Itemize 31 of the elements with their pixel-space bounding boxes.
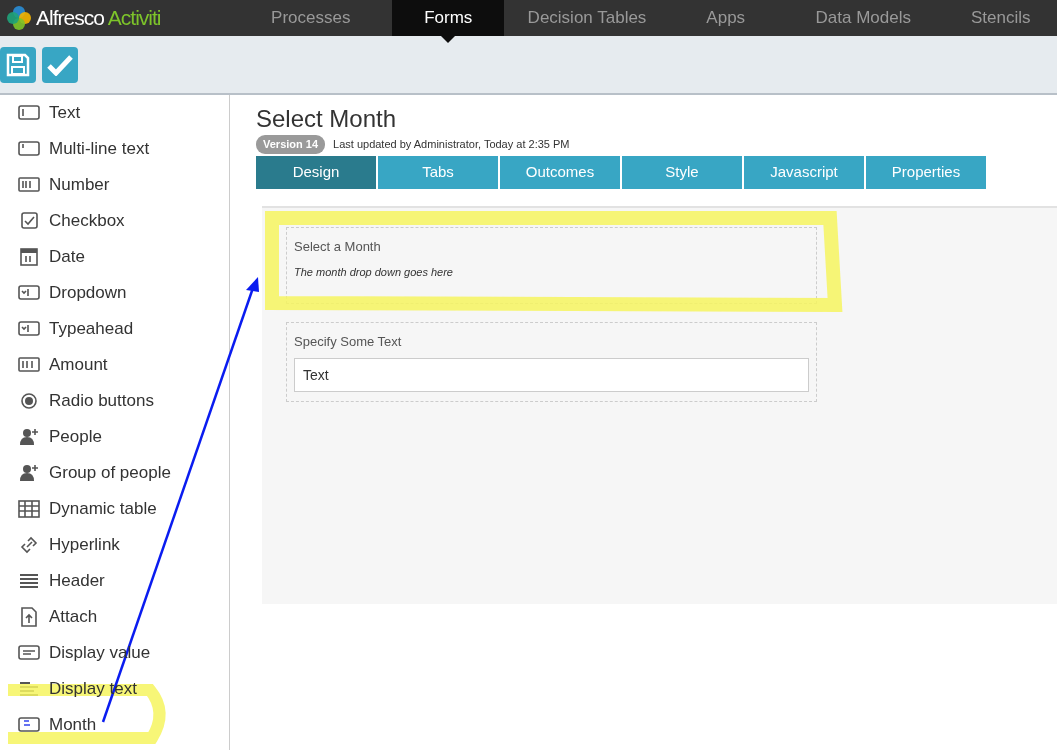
nav-tab[interactable]: Decision Tables — [529, 0, 645, 36]
palette-item[interactable]: Group of people — [0, 455, 229, 491]
palette-item[interactable]: Text — [0, 95, 229, 131]
brand-name: Alfresco — [36, 5, 104, 32]
palette-item[interactable]: Multi-line text — [0, 131, 229, 167]
nav-tab[interactable]: Processes — [254, 0, 367, 36]
product-name: Activiti — [107, 5, 161, 32]
palette-item[interactable]: Hyperlink — [0, 527, 229, 563]
form-title: Select Month — [256, 105, 398, 133]
nav-tab[interactable]: Apps — [669, 0, 782, 36]
palette-item[interactable]: Number — [0, 167, 229, 203]
last-updated-text: Last updated by Administrator, Today at 2:35 PM — [333, 137, 570, 152]
palette-item[interactable]: Header — [0, 563, 229, 599]
palette-item[interactable]: Typeahead — [0, 311, 229, 347]
palette-item[interactable]: Month — [0, 707, 229, 743]
nav-tab[interactable]: Stencils — [944, 0, 1057, 36]
palette-item[interactable]: Radio buttons — [0, 383, 229, 419]
palette-item[interactable]: Date — [0, 239, 229, 275]
palette-item[interactable]: People — [0, 419, 229, 455]
editor-tab[interactable]: Design — [256, 155, 376, 189]
field-label: Specify Some Text — [294, 333, 403, 351]
palette-item[interactable]: Attach — [0, 599, 229, 635]
nav-tab[interactable]: Data Models — [807, 0, 920, 36]
palette-item[interactable]: Dynamic table — [0, 491, 229, 527]
palette-item[interactable]: Dropdown — [0, 275, 229, 311]
palette-item[interactable]: Checkbox — [0, 203, 229, 239]
field-label: Select a Month — [294, 237, 382, 256]
text-input[interactable]: Text — [294, 357, 809, 392]
version-badge: Version 14 — [256, 135, 326, 154]
display-text: The month drop down goes here — [294, 265, 454, 280]
palette-item[interactable]: Amount — [0, 347, 229, 383]
